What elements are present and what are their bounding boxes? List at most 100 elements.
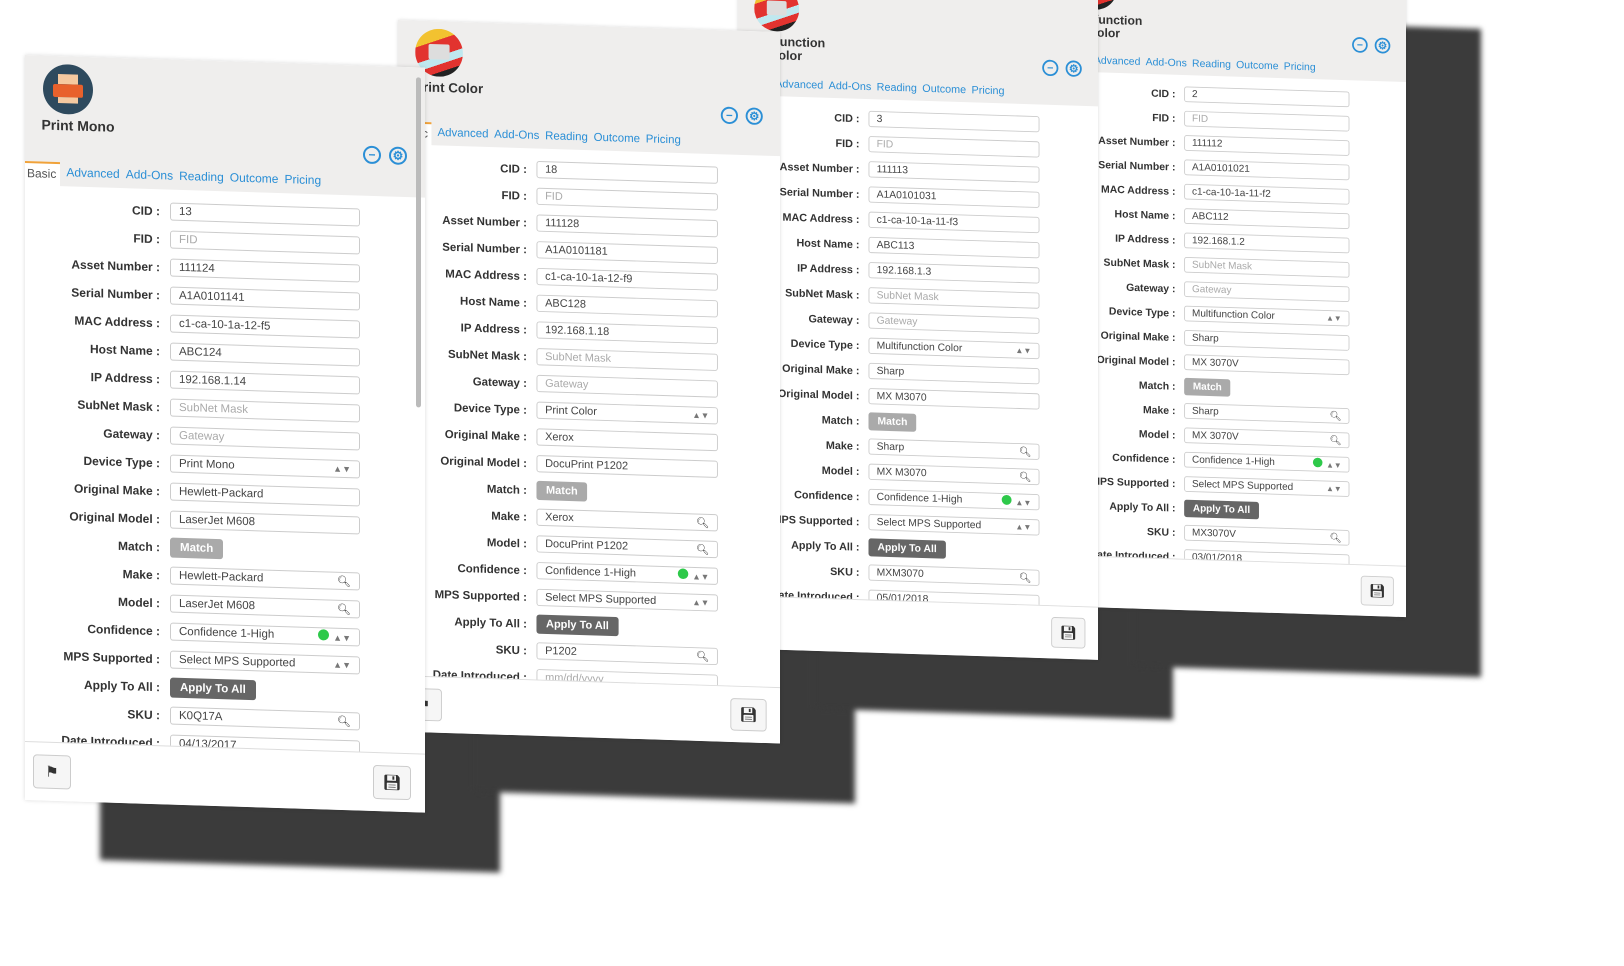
- search-icon[interactable]: 🔍︎: [1329, 532, 1341, 543]
- host-input[interactable]: ABC113: [868, 236, 1040, 259]
- fid-input[interactable]: FID: [170, 230, 360, 255]
- scrollbar[interactable]: [416, 77, 421, 408]
- model-search-input[interactable]: MX M3070 🔍︎: [868, 463, 1040, 486]
- apply-to-all-button[interactable]: Apply To All: [1184, 499, 1259, 520]
- tab-outcome[interactable]: Outcome: [594, 127, 640, 152]
- tab-pricing[interactable]: Pricing: [646, 129, 681, 154]
- settings-icon[interactable]: ⚙: [389, 146, 407, 166]
- search-icon[interactable]: 🔍︎: [1329, 410, 1341, 422]
- tab-reading[interactable]: Reading: [877, 78, 917, 102]
- asset-input[interactable]: 111124: [170, 258, 360, 283]
- match-button[interactable]: Match: [868, 412, 917, 432]
- confidence-select[interactable]: Confidence 1-High ▲▼: [1184, 451, 1350, 473]
- match-button[interactable]: Match: [536, 480, 588, 502]
- device_type-select[interactable]: Multifunction Color ▲▼: [868, 337, 1040, 360]
- serial-input[interactable]: A1A0101021: [1184, 159, 1350, 181]
- tab-outcome[interactable]: Outcome: [230, 167, 279, 194]
- tab-reading[interactable]: Reading: [1192, 54, 1231, 77]
- tab-advanced[interactable]: Advanced: [775, 75, 823, 99]
- host-input[interactable]: ABC128: [536, 294, 718, 318]
- device_type-select[interactable]: Print Color ▲▼: [536, 401, 718, 425]
- apply-to-all-button[interactable]: Apply To All: [170, 677, 256, 701]
- search-icon[interactable]: 🔍︎: [337, 574, 351, 587]
- gateway-input[interactable]: Gateway: [868, 312, 1040, 334]
- device_type-select[interactable]: Print Mono ▲▼: [170, 454, 360, 479]
- save-button[interactable]: 💾︎: [730, 697, 767, 732]
- mps-select[interactable]: Select MPS Supported ▲▼: [868, 514, 1040, 536]
- tab-advanced[interactable]: Advanced: [1094, 51, 1140, 74]
- flag-button[interactable]: ⚑: [33, 754, 71, 790]
- collapse-icon[interactable]: −: [1352, 36, 1368, 53]
- save-button[interactable]: 💾︎: [373, 764, 411, 801]
- mac-input[interactable]: c1-ca-10-1a-11-f2: [1184, 183, 1350, 205]
- search-icon[interactable]: 🔍︎: [1019, 571, 1032, 583]
- model-search-input[interactable]: MX 3070V 🔍︎: [1184, 427, 1350, 449]
- tab-add-ons[interactable]: Add-Ons: [1146, 53, 1187, 76]
- mac-input[interactable]: c1-ca-10-1a-11-f3: [868, 211, 1040, 234]
- apply-to-all-button[interactable]: Apply To All: [868, 538, 946, 559]
- serial-input[interactable]: A1A0101181: [536, 241, 718, 265]
- collapse-icon[interactable]: −: [720, 106, 738, 125]
- tab-advanced[interactable]: Advanced: [437, 122, 488, 147]
- host-input[interactable]: ABC112: [1184, 208, 1350, 230]
- orig_model-input[interactable]: LaserJet M608: [170, 510, 360, 535]
- ip-input[interactable]: 192.168.1.3: [868, 262, 1040, 284]
- settings-icon[interactable]: ⚙: [745, 107, 763, 126]
- tab-advanced[interactable]: Advanced: [66, 162, 119, 189]
- search-icon[interactable]: 🔍︎: [696, 650, 709, 663]
- asset-input[interactable]: 111113: [868, 161, 1040, 183]
- tab-outcome[interactable]: Outcome: [922, 79, 966, 103]
- sku-search-input[interactable]: MXM3070 🔍︎: [868, 564, 1040, 586]
- tab-outcome[interactable]: Outcome: [1236, 56, 1278, 79]
- host-input[interactable]: ABC124: [170, 342, 360, 367]
- apply-to-all-button[interactable]: Apply To All: [536, 614, 619, 637]
- orig_make-input[interactable]: Sharp: [1184, 329, 1350, 351]
- confidence-select[interactable]: Confidence 1-High ▲▼: [170, 622, 360, 647]
- search-icon[interactable]: 🔍︎: [696, 543, 709, 556]
- make-search-input[interactable]: Xerox 🔍︎: [536, 508, 718, 532]
- mac-input[interactable]: c1-ca-10-1a-12-f9: [536, 267, 718, 291]
- tab-reading[interactable]: Reading: [179, 166, 224, 192]
- cid-input[interactable]: 18: [536, 160, 718, 184]
- gateway-input[interactable]: Gateway: [1184, 281, 1350, 303]
- subnet-input[interactable]: SubNet Mask: [1184, 256, 1350, 278]
- device_type-select[interactable]: Multifunction Color ▲▼: [1184, 305, 1350, 327]
- ip-input[interactable]: 192.168.1.14: [170, 370, 360, 395]
- ip-input[interactable]: 192.168.1.18: [536, 321, 718, 345]
- search-icon[interactable]: 🔍︎: [1019, 445, 1032, 457]
- sku-search-input[interactable]: P1202 🔍︎: [536, 642, 718, 666]
- subnet-input[interactable]: SubNet Mask: [536, 348, 718, 371]
- fid-input[interactable]: FID: [1184, 110, 1350, 132]
- confidence-select[interactable]: Confidence 1-High ▲▼: [536, 562, 718, 585]
- asset-input[interactable]: 111128: [536, 214, 718, 238]
- make-search-input[interactable]: Sharp 🔍︎: [1184, 403, 1350, 424]
- save-button[interactable]: 💾︎: [1360, 575, 1394, 607]
- mps-select[interactable]: Select MPS Supported ▲▼: [536, 588, 718, 612]
- tab-add-ons[interactable]: Add-Ons: [494, 124, 539, 149]
- search-icon[interactable]: 🔍︎: [1329, 434, 1341, 446]
- search-icon[interactable]: 🔍︎: [1019, 471, 1032, 482]
- search-icon[interactable]: 🔍︎: [696, 516, 709, 529]
- match-button[interactable]: Match: [1184, 377, 1231, 397]
- subnet-input[interactable]: SubNet Mask: [170, 398, 360, 423]
- settings-icon[interactable]: ⚙: [1065, 60, 1082, 78]
- search-icon[interactable]: 🔍︎: [337, 602, 351, 615]
- tab-pricing[interactable]: Pricing: [972, 81, 1005, 105]
- gateway-input[interactable]: Gateway: [536, 374, 718, 398]
- orig_model-input[interactable]: MX M3070: [868, 388, 1040, 410]
- orig_make-input[interactable]: Hewlett-Packard: [170, 482, 360, 507]
- serial-input[interactable]: A1A0101141: [170, 286, 360, 311]
- model-search-input[interactable]: LaserJet M608 🔍︎: [170, 594, 360, 619]
- make-search-input[interactable]: Sharp 🔍︎: [868, 438, 1040, 460]
- collapse-icon[interactable]: −: [1042, 59, 1059, 77]
- gateway-input[interactable]: Gateway: [170, 426, 360, 451]
- cid-input[interactable]: 3: [868, 110, 1040, 133]
- mps-select[interactable]: Select MPS Supported ▲▼: [1184, 476, 1350, 497]
- settings-icon[interactable]: ⚙: [1374, 37, 1391, 54]
- orig_model-input[interactable]: MX 3070V: [1184, 354, 1350, 376]
- subnet-input[interactable]: SubNet Mask: [868, 287, 1040, 309]
- cid-input[interactable]: 13: [170, 202, 360, 227]
- orig_model-input[interactable]: DocuPrint P1202: [536, 455, 718, 478]
- tab-pricing[interactable]: Pricing: [284, 169, 321, 195]
- model-search-input[interactable]: DocuPrint P1202 🔍︎: [536, 535, 718, 559]
